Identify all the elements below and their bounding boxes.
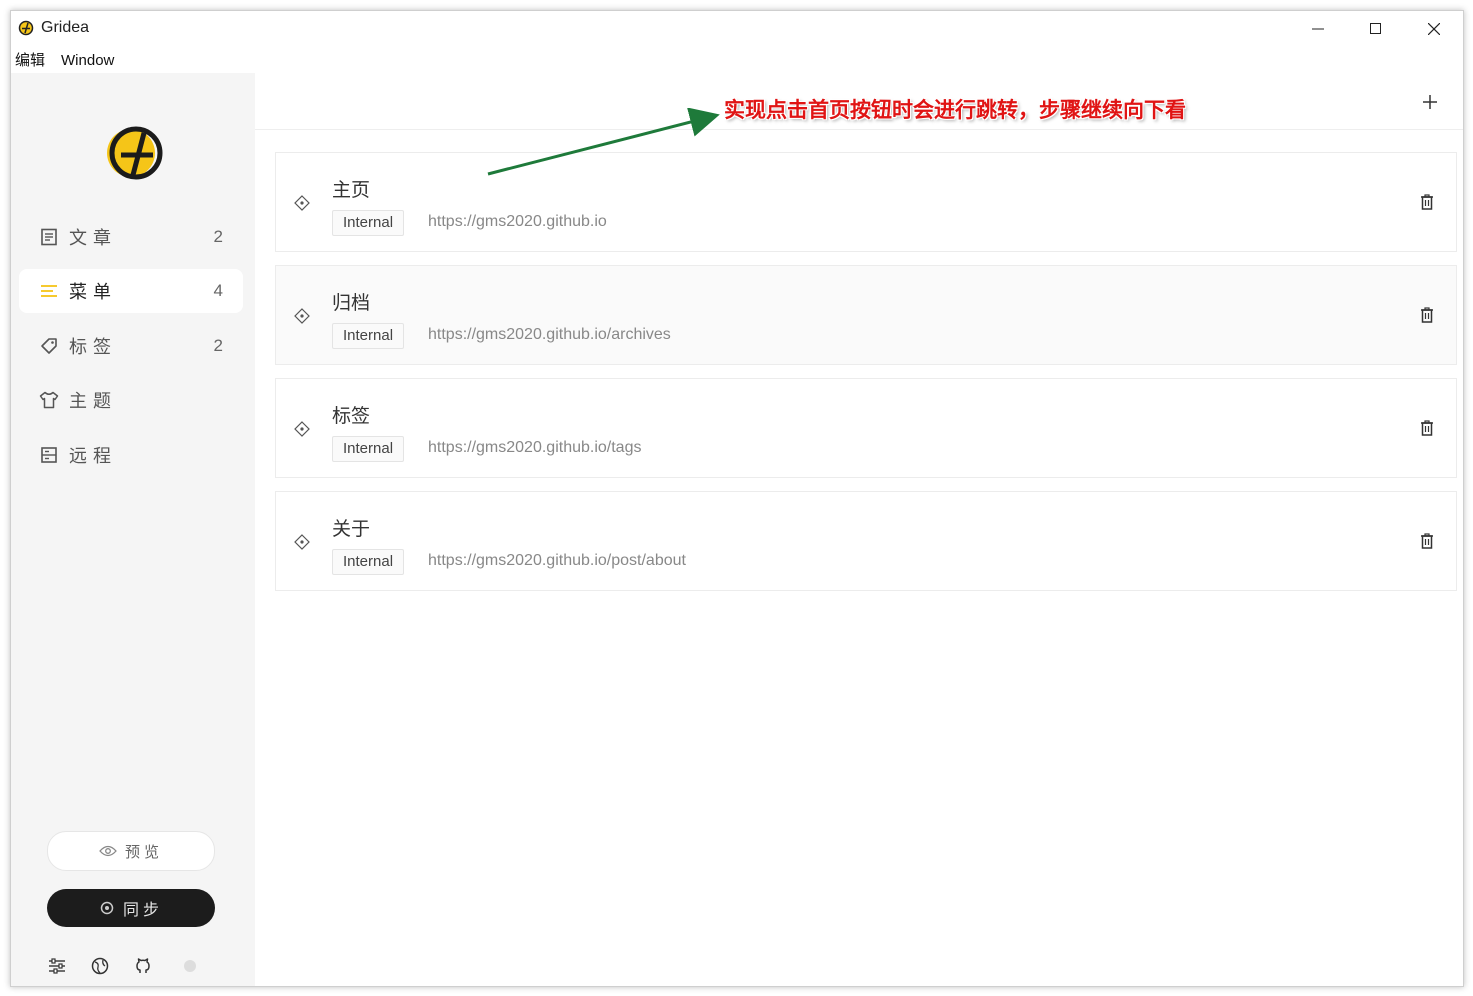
sidebar-item-label: 主题 [69,391,117,411]
status-dot [184,960,196,972]
gridea-logo-icon [18,20,34,36]
menu-edit[interactable]: 编辑 [15,49,45,73]
sidebar-item-label: 远程 [69,446,117,466]
preview-label: 预览 [124,843,163,861]
maximize-button[interactable] [1347,11,1405,47]
menu-type-badge: Internal [332,436,405,462]
sidebar-item-count: 2 [213,336,223,355]
sidebar-item-menus[interactable]: 菜单 4 [19,269,243,313]
menu-card-about[interactable]: 关于 Internal https://gms2020.github.io/po… [275,491,1457,591]
trash-icon[interactable] [1418,532,1436,550]
sidebar-item-label: 标签 [69,337,117,357]
close-icon [1428,23,1440,35]
shirt-icon [39,390,59,410]
menu-name: 标签 [332,406,371,427]
sidebar: 文章 2 菜单 4 标签 2 主题 远程 预览 同步 [11,73,255,986]
menu-icon [39,281,59,301]
drag-handle-icon[interactable] [294,308,310,324]
sidebar-item-label: 文章 [69,228,117,248]
sidebar-item-tags[interactable]: 标签 2 [19,324,243,368]
menu-type-badge: Internal [332,210,405,236]
trash-icon[interactable] [1418,419,1436,437]
menu-type-badge: Internal [332,323,405,349]
sidebar-item-count: 2 [213,227,223,246]
menu-name: 归档 [332,293,371,314]
globe-icon[interactable] [90,956,110,976]
sidebar-item-articles[interactable]: 文章 2 [19,215,243,259]
menu-bar: 编辑 Window [11,49,126,73]
settings-sliders-icon[interactable] [47,956,67,976]
close-button[interactable] [1405,11,1463,47]
minimize-button[interactable] [1289,11,1347,47]
annotation-text: 实现点击首页按钮时会进行跳转，步骤继续向下看 [724,98,1186,122]
menu-name: 关于 [332,519,371,540]
app-window: Gridea 编辑 Window 文章 2 菜单 4 标签 2 主题 远程 预览… [10,10,1464,987]
drag-handle-icon[interactable] [294,195,310,211]
main-panel: 主页 Internal https://gms2020.github.io 归档… [255,73,1463,986]
article-icon [39,227,59,247]
menu-name: 主页 [332,180,371,201]
github-icon[interactable] [133,956,153,976]
trash-icon[interactable] [1418,193,1436,211]
menu-card-home[interactable]: 主页 Internal https://gms2020.github.io [275,152,1457,252]
menu-type-badge: Internal [332,549,405,575]
drag-handle-icon[interactable] [294,534,310,550]
minimize-icon [1312,28,1324,30]
sync-label: 同步 [122,902,163,919]
menu-card-tags[interactable]: 标签 Internal https://gms2020.github.io/ta… [275,378,1457,478]
plus-icon [1423,95,1437,109]
gridea-logo [107,126,163,180]
sync-button[interactable]: 同步 [47,889,215,927]
sidebar-item-count: 4 [213,281,223,300]
menu-link: https://gms2020.github.io/post/about [428,552,686,569]
sidebar-item-remote[interactable]: 远程 [19,433,243,477]
menu-card-archives[interactable]: 归档 Internal https://gms2020.github.io/ar… [275,265,1457,365]
eye-icon [99,845,117,857]
title-bar: Gridea [11,11,1463,47]
preview-button[interactable]: 预览 [47,831,215,871]
sync-icon [99,900,115,916]
menu-window[interactable]: Window [61,49,114,73]
menu-link: https://gms2020.github.io [428,213,607,230]
sidebar-footer [47,956,196,976]
sidebar-item-theme[interactable]: 主题 [19,378,243,422]
tag-icon [39,336,59,356]
drag-handle-icon[interactable] [294,421,310,437]
maximize-icon [1370,23,1381,34]
add-menu-button[interactable] [1419,91,1441,113]
menu-link: https://gms2020.github.io/tags [428,439,642,456]
sidebar-item-label: 菜单 [69,282,117,302]
window-title: Gridea [41,19,90,36]
menu-link: https://gms2020.github.io/archives [428,326,671,343]
trash-icon[interactable] [1418,306,1436,324]
server-icon [39,445,59,465]
